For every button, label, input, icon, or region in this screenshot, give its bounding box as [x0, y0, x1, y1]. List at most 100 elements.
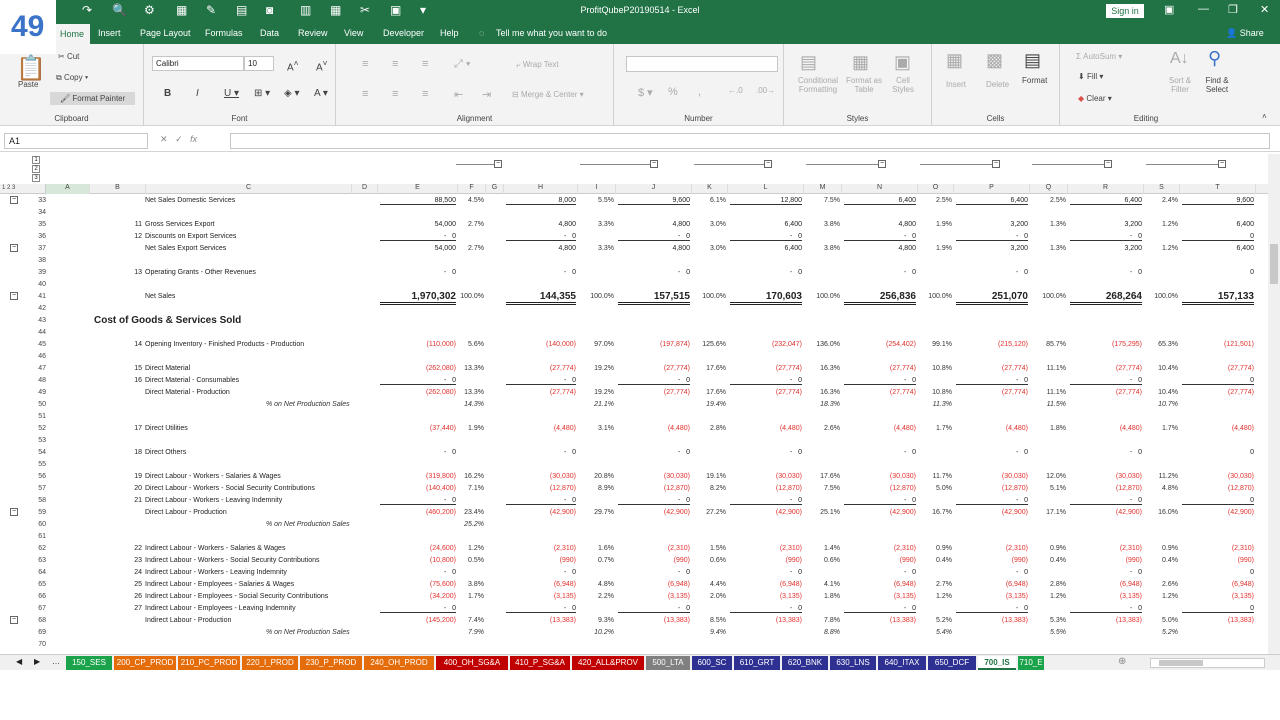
value-cell[interactable]: (319,800) [380, 473, 456, 480]
percent-cell[interactable]: - [564, 569, 574, 576]
value-cell[interactable]: (6,948) [956, 581, 1028, 588]
value-cell[interactable]: (27,774) [506, 389, 576, 396]
value-cell[interactable]: (3,135) [956, 593, 1028, 600]
ribbon-display-icon[interactable]: ▣ [1164, 3, 1174, 16]
row-label[interactable]: Opening Inventory - Finished Products - … [145, 341, 304, 348]
percent-cell[interactable]: - [564, 377, 574, 384]
percent-cell[interactable]: 25.2% [458, 521, 484, 528]
percent-cell[interactable]: 1.7% [918, 425, 952, 432]
percent-cell[interactable]: - [444, 377, 454, 384]
percent-cell[interactable]: 11.3% [918, 401, 952, 408]
sheet-tab[interactable]: 240_OH_PROD [364, 656, 434, 670]
column-header-s[interactable]: S [1144, 184, 1180, 194]
value-cell[interactable]: (12,870) [618, 485, 690, 492]
sheet-tab[interactable]: 640_ITAX [878, 656, 926, 670]
percent-cell[interactable]: 8.5% [692, 617, 726, 624]
value-cell[interactable]: (27,774) [844, 389, 916, 396]
percent-cell[interactable]: - [678, 497, 688, 504]
percent-cell[interactable]: 2.6% [1144, 581, 1178, 588]
column-header-r[interactable]: R [1068, 184, 1144, 194]
value-cell[interactable]: 8,000 [506, 197, 576, 205]
percent-cell[interactable]: - [904, 233, 914, 240]
percent-cell[interactable]: 7.1% [458, 485, 484, 492]
close-icon[interactable]: ✕ [1260, 3, 1269, 16]
outline-level-3-button[interactable]: 3 [32, 174, 40, 182]
row-header[interactable]: 60 [32, 521, 46, 528]
increase-decimal-icon[interactable]: ←.0 [728, 86, 743, 95]
value-cell[interactable]: 0 [1182, 497, 1254, 505]
value-cell[interactable]: (2,310) [618, 545, 690, 552]
column-header-g[interactable]: G [486, 184, 504, 194]
row-header[interactable]: 38 [32, 257, 46, 264]
sheet-tab[interactable]: 400_OH_SG&A [436, 656, 508, 670]
percent-cell[interactable]: 16.2% [458, 473, 484, 480]
value-cell[interactable]: (37,440) [380, 425, 456, 432]
value-cell[interactable]: (175,295) [1070, 341, 1142, 348]
percent-cell[interactable]: 1.3% [1030, 245, 1066, 252]
value-cell[interactable]: 3,200 [1070, 221, 1142, 228]
percent-cell[interactable]: 0.4% [1144, 557, 1178, 564]
percent-cell[interactable]: 1.2% [458, 545, 484, 552]
percent-cell[interactable]: 17.6% [692, 389, 726, 396]
value-cell[interactable]: 0 [1182, 269, 1254, 276]
align-bottom-icon[interactable]: ≡ [422, 58, 428, 70]
percent-cell[interactable]: - [564, 233, 574, 240]
row-header[interactable]: 44 [32, 329, 46, 336]
percent-cell[interactable]: 5.4% [918, 629, 952, 636]
percent-cell[interactable]: 4.8% [1144, 485, 1178, 492]
autosum-button[interactable]: Σ AutoSum ▾ [1076, 52, 1122, 61]
row-header[interactable]: 54 [32, 449, 46, 456]
collapse-group-button[interactable]: − [1218, 160, 1226, 168]
percent-cell[interactable]: - [444, 233, 454, 240]
percent-cell[interactable]: 18.3% [804, 401, 840, 408]
row-label[interactable]: Indirect Labour - Employees - Salaries &… [145, 581, 294, 588]
row-header[interactable]: 43 [32, 317, 46, 324]
percent-cell[interactable]: 4.5% [458, 197, 484, 204]
value-cell[interactable]: (27,774) [956, 389, 1028, 396]
percent-cell[interactable]: - [444, 269, 454, 276]
percent-cell[interactable]: 14.3% [458, 401, 484, 408]
percent-cell[interactable]: - [678, 569, 688, 576]
value-cell[interactable]: (30,030) [1182, 473, 1254, 480]
value-cell[interactable]: 4,800 [506, 245, 576, 252]
percent-cell[interactable]: 5.5% [1030, 629, 1066, 636]
restore-icon[interactable]: ❐ [1228, 3, 1238, 16]
column-header-b[interactable]: B [90, 184, 146, 194]
percent-cell[interactable]: 5.0% [918, 485, 952, 492]
percent-cell[interactable]: 3.1% [578, 425, 614, 432]
next-sheet-icon[interactable]: ▶ [34, 657, 40, 666]
percent-cell[interactable]: 2.5% [1030, 197, 1066, 204]
percent-cell[interactable]: 0.6% [692, 557, 726, 564]
value-cell[interactable]: (990) [506, 557, 576, 564]
percent-cell[interactable]: 7.5% [804, 485, 840, 492]
value-cell[interactable]: (4,480) [506, 425, 576, 432]
percent-cell[interactable]: 65.3% [1144, 341, 1178, 348]
percent-cell[interactable]: 10.4% [1144, 365, 1178, 372]
value-cell[interactable]: (13,383) [1182, 617, 1254, 624]
name-box[interactable]: A1 [4, 133, 148, 149]
percent-cell[interactable]: 100.0% [1144, 293, 1178, 300]
collapse-group-button[interactable]: − [878, 160, 886, 168]
value-cell[interactable]: (42,900) [956, 509, 1028, 516]
bold-icon[interactable]: B [164, 88, 171, 99]
paste-button[interactable]: Paste [18, 80, 38, 89]
value-cell[interactable]: (6,948) [506, 581, 576, 588]
row-collapse-button[interactable]: − [10, 244, 18, 252]
italic-icon[interactable]: I [196, 88, 199, 99]
value-cell[interactable]: (30,030) [844, 473, 916, 480]
row-label[interactable]: Indirect Labour - Employees - Social Sec… [145, 593, 328, 600]
currency-icon[interactable]: $ ▾ [638, 86, 653, 99]
value-cell[interactable]: (30,030) [618, 473, 690, 480]
align-left-icon[interactable]: ≡ [362, 88, 368, 100]
align-top-icon[interactable]: ≡ [362, 58, 368, 70]
row-header[interactable]: 49 [32, 389, 46, 396]
percent-cell[interactable]: 21.1% [578, 401, 614, 408]
value-cell[interactable]: 3,200 [956, 221, 1028, 228]
percent-cell[interactable]: 2.4% [1144, 197, 1178, 204]
percent-cell[interactable]: 7.5% [804, 197, 840, 204]
percent-cell[interactable]: 5.6% [458, 341, 484, 348]
percent-cell[interactable]: 2.7% [918, 581, 952, 588]
percent-cell[interactable]: 16.3% [804, 389, 840, 396]
row-header[interactable]: 62 [32, 545, 46, 552]
value-cell[interactable]: (2,310) [844, 545, 916, 552]
